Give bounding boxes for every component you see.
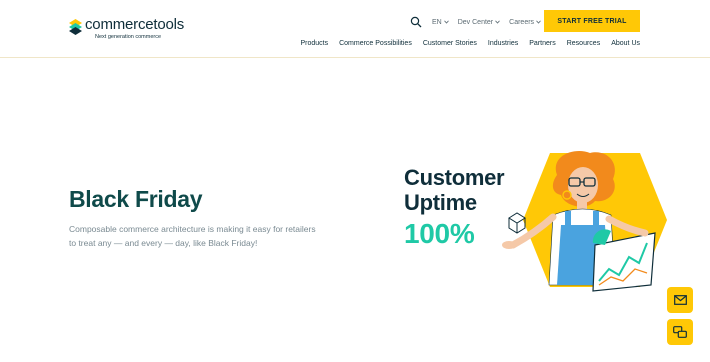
utility-bar: EN Dev Center Careers: [410, 13, 550, 31]
nav-item-commerce-possibilities[interactable]: Commerce Possibilities: [339, 40, 412, 47]
hero-description: Composable commerce architecture is maki…: [69, 224, 316, 248]
careers-label: Careers: [509, 18, 535, 26]
nav-item-resources[interactable]: Resources: [567, 40, 600, 47]
nav-item-about-us[interactable]: About Us: [611, 40, 640, 47]
brand-tagline: Next generation commerce: [95, 34, 162, 40]
chat-button[interactable]: [667, 319, 693, 345]
uptime-percentage: 100%: [404, 218, 475, 249]
search-icon[interactable]: [410, 16, 422, 28]
chevron-down-icon: [443, 20, 449, 24]
nav-item-customer-stories[interactable]: Customer Stories: [423, 40, 477, 47]
uptime-line-1: Customer: [404, 165, 505, 190]
main-nav: Products Commerce Possibilities Customer…: [289, 40, 640, 47]
chevron-down-icon: [536, 20, 541, 24]
nav-item-industries[interactable]: Industries: [488, 40, 518, 47]
uptime-line-2: Uptime: [404, 190, 477, 215]
mail-icon: [673, 295, 687, 305]
brand-name: commercetools: [85, 16, 185, 33]
start-free-trial-button[interactable]: START FREE TRIAL: [544, 10, 640, 32]
nav-item-partners[interactable]: Partners: [529, 40, 555, 47]
language-label: EN: [432, 18, 442, 26]
careers-link[interactable]: Careers: [509, 19, 541, 26]
chevron-down-icon: [495, 20, 500, 24]
dev-center-link[interactable]: Dev Center: [458, 19, 500, 26]
nav-item-products[interactable]: Products: [300, 40, 328, 47]
commercetools-logo-icon: [69, 19, 82, 35]
brand-logo[interactable]: commercetools Next generation commerce: [69, 17, 184, 41]
hero-illustration: [502, 151, 667, 292]
dev-center-label: Dev Center: [457, 18, 494, 26]
chat-icon: [673, 325, 687, 338]
uptime-callout: Customer Uptime 100%: [404, 165, 505, 251]
site-header: commercetools Next generation commerce E…: [0, 0, 710, 58]
hero-title: Black Friday: [69, 186, 203, 212]
contact-mail-button[interactable]: [667, 287, 693, 313]
language-selector[interactable]: EN: [432, 19, 449, 26]
cube-icon: [508, 212, 526, 234]
